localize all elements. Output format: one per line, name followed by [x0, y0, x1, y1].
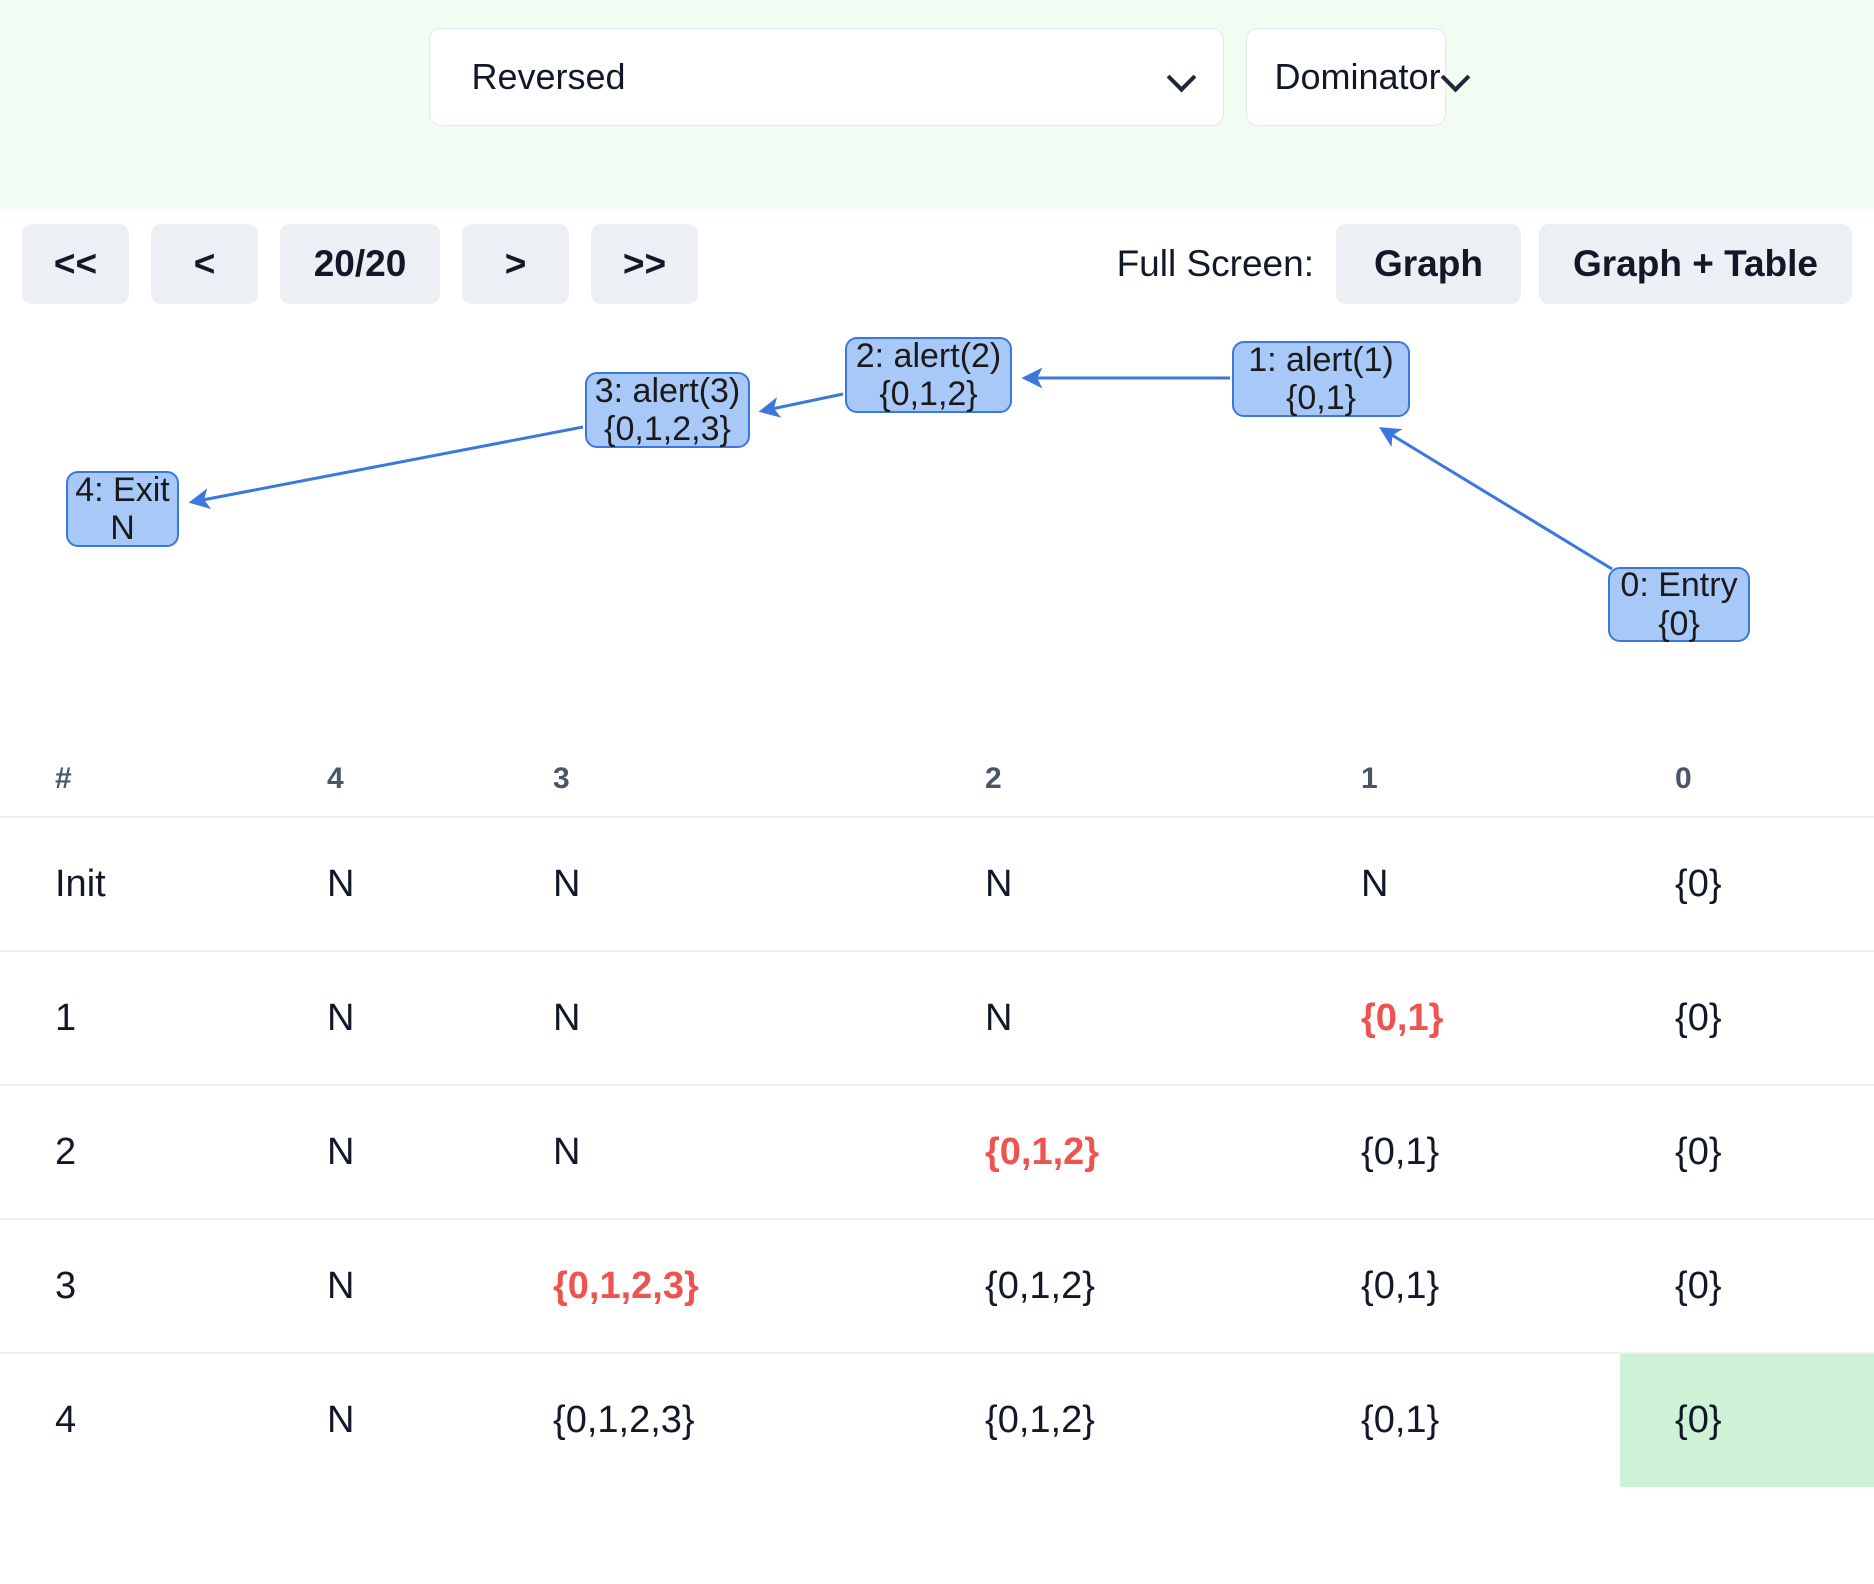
column-header-1: 1: [1361, 761, 1378, 795]
graph-node-2-label: 2: alert(2): [855, 336, 1002, 375]
table-cell: N: [327, 996, 355, 1039]
control-flow-graph[interactable]: 0: Entry {0} 1: alert(1) {0,1} 2: alert(…: [0, 319, 1874, 709]
table-cell: {0}: [1675, 862, 1722, 905]
direction-select-value: Reversed: [471, 56, 626, 97]
table-cell: N: [985, 862, 1013, 905]
edge-0-to-1: [1379, 427, 1613, 571]
table-cell: {0}: [1675, 1264, 1722, 1307]
graph-node-0[interactable]: 0: Entry {0}: [1608, 566, 1750, 643]
table-cell: N: [327, 1130, 355, 1173]
table-cell: N: [553, 1130, 581, 1173]
fullscreen-graph-table-button[interactable]: Graph + Table: [1538, 224, 1852, 304]
graph-node-3-label: 3: alert(3): [594, 371, 741, 410]
graph-node-0-set: {0}: [1658, 604, 1700, 643]
direction-select[interactable]: Reversed: [428, 28, 1224, 126]
table-row-step-label: 2: [55, 1130, 77, 1173]
graph-node-4[interactable]: 4: Exit N: [66, 471, 179, 547]
dataflow-table-wrapper: # 4 3 2 1 0 Init N N N N {0} 1 N N N {0,1} {0} 2 N N {0…: [0, 709, 1874, 1487]
table-cell: {0,1,2,3}: [553, 1264, 699, 1307]
fullscreen-controls: Full Screen: Graph Graph + Table: [1117, 224, 1852, 304]
navigation-toolbar: << < 20/20 > >> Full Screen: Graph Graph…: [0, 209, 1874, 319]
next-step-button[interactable]: >: [462, 224, 569, 304]
table-cell: {0}: [1620, 1353, 1874, 1487]
table-cell: {0,1,2}: [985, 1130, 1100, 1173]
table-cell: {0,1}: [1361, 1264, 1440, 1307]
table-cell: {0,1}: [1361, 1399, 1440, 1441]
column-header-step: #: [55, 761, 72, 795]
graph-node-0-label: 0: Entry: [1620, 566, 1738, 605]
column-header-4: 4: [327, 761, 344, 795]
table-cell: N: [985, 996, 1013, 1039]
dataflow-table: # 4 3 2 1 0 Init N N N N {0} 1 N N N {0,1} {0} 2 N N {0…: [0, 709, 1874, 1487]
table-cell: N: [327, 1399, 355, 1441]
chevron-down-icon: [1441, 62, 1471, 92]
table-body: Init N N N N {0} 1 N N N {0,1} {0} 2 N N {0,1,2} {0,1} {0…: [0, 817, 1874, 1487]
table-cell: N: [553, 862, 581, 905]
table-row-step-label: 3: [55, 1264, 77, 1307]
table-header-row: # 4 3 2 1 0: [0, 709, 1874, 817]
table-cell: N: [327, 862, 355, 905]
column-header-3: 3: [553, 761, 570, 795]
graph-node-3[interactable]: 3: alert(3) {0,1,2,3}: [585, 372, 750, 448]
edge-2-to-3: [758, 392, 844, 418]
graph-node-4-label: 4: Exit: [75, 470, 170, 509]
graph-node-3-set: {0,1,2,3}: [604, 410, 731, 448]
table-row: Init N N N N {0}: [0, 817, 1874, 951]
table-row: 1 N N N {0,1} {0}: [0, 951, 1874, 1085]
chevron-down-icon: [1167, 62, 1197, 92]
graph-node-2-set: {0,1,2}: [879, 375, 978, 413]
fullscreen-graph-button[interactable]: Graph: [1336, 224, 1521, 304]
table-row-step-label: Init: [55, 862, 106, 905]
fullscreen-label: Full Screen:: [1116, 243, 1314, 284]
selector-bar: Reversed Dominator: [0, 0, 1874, 209]
table-row-step-label: 1: [55, 996, 77, 1039]
column-header-0: 0: [1675, 761, 1692, 795]
first-step-button[interactable]: <<: [22, 224, 129, 304]
step-navigation: << < 20/20 > >>: [22, 224, 698, 304]
table-cell: N: [1361, 862, 1389, 905]
table-row: 3 N {0,1,2,3} {0,1,2} {0,1} {0}: [0, 1219, 1874, 1353]
table-cell: {0,1,2}: [985, 1399, 1095, 1441]
table-cell: {0,1,2,3}: [553, 1399, 695, 1441]
graph-node-4-set: N: [110, 509, 135, 547]
table-cell: {0}: [1675, 996, 1722, 1039]
last-step-button[interactable]: >>: [591, 224, 698, 304]
graph-node-1[interactable]: 1: alert(1) {0,1}: [1232, 341, 1410, 417]
analysis-select[interactable]: Dominator: [1245, 28, 1446, 126]
table-row: 2 N N {0,1,2} {0,1} {0}: [0, 1085, 1874, 1219]
table-cell: N: [553, 996, 581, 1039]
previous-step-button[interactable]: <: [151, 224, 258, 304]
table-cell: {0,1}: [1361, 1130, 1440, 1173]
table-cell: {0}: [1675, 1130, 1722, 1173]
table-cell: {0,1}: [1361, 996, 1444, 1039]
table-head: # 4 3 2 1 0: [0, 709, 1874, 817]
table-row: 4 N {0,1,2,3} {0,1,2} {0,1} {0}: [0, 1353, 1874, 1487]
graph-node-1-label: 1: alert(1): [1248, 340, 1394, 379]
graph-node-2[interactable]: 2: alert(2) {0,1,2}: [845, 337, 1012, 413]
step-counter-button[interactable]: 20/20: [280, 224, 440, 304]
table-cell: N: [327, 1264, 355, 1307]
table-cell: {0,1,2}: [985, 1264, 1095, 1307]
edge-3-to-4: [188, 425, 584, 510]
column-header-2: 2: [985, 761, 1002, 795]
analysis-select-value: Dominator: [1274, 56, 1441, 97]
graph-node-1-set: {0,1}: [1286, 379, 1356, 417]
table-row-step-label: 4: [55, 1399, 77, 1441]
